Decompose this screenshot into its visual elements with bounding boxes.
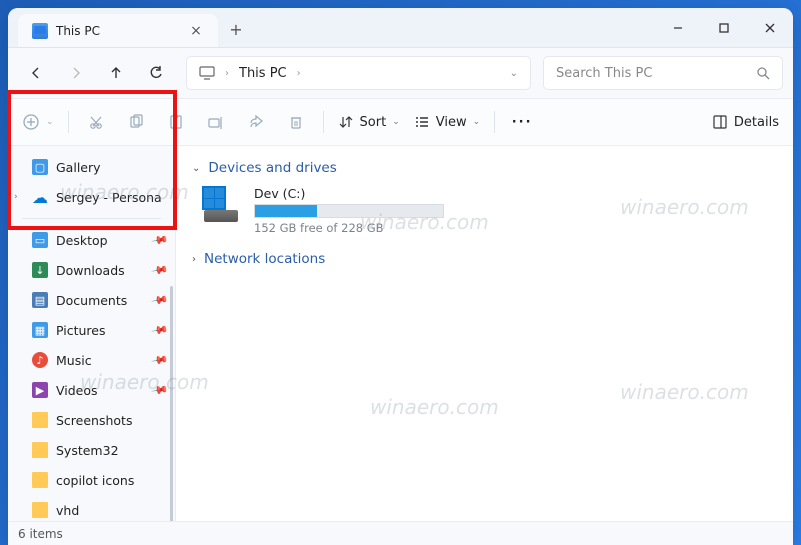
sidebar-item-gallery[interactable]: ▢Gallery: [8, 152, 175, 182]
back-button[interactable]: [18, 55, 54, 91]
chevron-down-icon: ⌄: [392, 117, 400, 127]
chevron-right-icon: ›: [192, 254, 196, 265]
details-icon: [712, 114, 728, 130]
details-button[interactable]: Details: [706, 104, 785, 140]
rename-button[interactable]: [197, 104, 235, 140]
tab-close-button[interactable]: ×: [188, 23, 204, 39]
sidebar-item-screenshots[interactable]: Screenshots: [8, 405, 175, 435]
new-tab-button[interactable]: +: [218, 12, 254, 47]
sidebar-item-videos[interactable]: ▶Videos📌: [8, 375, 175, 405]
folder-icon: [32, 472, 48, 488]
chevron-right-icon: ›: [225, 68, 229, 79]
sidebar-item-documents[interactable]: ▤Documents📌: [8, 285, 175, 315]
cut-button[interactable]: [77, 104, 115, 140]
folder-icon: [32, 502, 48, 518]
refresh-button[interactable]: [138, 55, 174, 91]
file-explorer-window: This PC × + › This PC › ⌄ Search This PC…: [8, 8, 793, 545]
chevron-down-icon[interactable]: ⌄: [510, 68, 518, 79]
group-devices-and-drives[interactable]: ⌄Devices and drives: [192, 160, 777, 176]
onedrive-icon: ☁: [32, 189, 48, 205]
chevron-down-icon: ⌄: [473, 117, 481, 127]
music-icon: ♪: [32, 352, 48, 368]
up-button[interactable]: [98, 55, 134, 91]
sidebar-item-onedrive[interactable]: ›☁Sergey - Persona: [8, 182, 175, 212]
chevron-right-icon: ›: [297, 68, 301, 79]
more-button[interactable]: ···: [503, 104, 541, 140]
drive-item[interactable]: Dev (C:) 152 GB free of 228 GB: [202, 186, 777, 235]
window-controls: [655, 8, 793, 47]
command-bar: ⌄ Sort⌄ View⌄ ··· Details: [8, 98, 793, 146]
separator: [494, 111, 495, 133]
scrollbar-thumb[interactable]: [170, 286, 173, 521]
sidebar-item-copilot[interactable]: copilot icons: [8, 465, 175, 495]
pin-icon: 📌: [151, 231, 170, 250]
status-item-count: 6 items: [18, 527, 63, 541]
sidebar-item-pictures[interactable]: ▦Pictures📌: [8, 315, 175, 345]
tab-this-pc[interactable]: This PC ×: [18, 14, 218, 47]
gallery-icon: ▢: [32, 159, 48, 175]
folder-icon: [32, 412, 48, 428]
view-icon: [414, 114, 430, 130]
drive-usage-bar: [254, 204, 444, 218]
separator: [22, 218, 161, 219]
pin-icon: 📌: [151, 381, 170, 400]
sidebar-item-music[interactable]: ♪Music📌: [8, 345, 175, 375]
status-bar: 6 items: [8, 521, 793, 545]
separator: [323, 111, 324, 133]
chevron-down-icon: ⌄: [46, 117, 54, 127]
sort-icon: [338, 114, 354, 130]
desktop-icon: ▭: [32, 232, 48, 248]
pin-icon: 📌: [151, 351, 170, 370]
sidebar-item-desktop[interactable]: ▭Desktop📌: [8, 225, 175, 255]
copy-button[interactable]: [117, 104, 155, 140]
drive-name: Dev (C:): [254, 186, 444, 201]
nav-bar: › This PC › ⌄ Search This PC: [8, 48, 793, 98]
drive-icon: [202, 186, 242, 222]
breadcrumb-location[interactable]: This PC: [239, 66, 287, 81]
pictures-icon: ▦: [32, 322, 48, 338]
group-network-locations[interactable]: ›Network locations: [192, 251, 777, 267]
address-bar[interactable]: › This PC › ⌄: [186, 56, 531, 90]
documents-icon: ▤: [32, 292, 48, 308]
sidebar-item-downloads[interactable]: ↓Downloads📌: [8, 255, 175, 285]
new-button[interactable]: ⌄: [16, 104, 60, 140]
sidebar-item-vhd[interactable]: vhd: [8, 495, 175, 521]
title-bar: This PC × +: [8, 8, 793, 48]
chevron-right-icon[interactable]: ›: [14, 192, 18, 202]
share-button[interactable]: [237, 104, 275, 140]
content-pane[interactable]: ⌄Devices and drives Dev (C:) 152 GB free…: [176, 146, 793, 521]
pin-icon: 📌: [151, 321, 170, 340]
drive-free-text: 152 GB free of 228 GB: [254, 221, 444, 235]
drive-info: Dev (C:) 152 GB free of 228 GB: [254, 186, 444, 235]
separator: [68, 111, 69, 133]
tab-title: This PC: [56, 24, 180, 38]
search-input[interactable]: Search This PC: [543, 56, 783, 90]
body: ▢Gallery ›☁Sergey - Persona ▭Desktop📌 ↓D…: [8, 146, 793, 521]
sort-button[interactable]: Sort⌄: [332, 104, 406, 140]
maximize-button[interactable]: [701, 8, 747, 47]
folder-icon: [32, 442, 48, 458]
navigation-pane[interactable]: ▢Gallery ›☁Sergey - Persona ▭Desktop📌 ↓D…: [8, 146, 176, 521]
minimize-button[interactable]: [655, 8, 701, 47]
breadcrumb: ›: [225, 68, 229, 79]
pin-icon: 📌: [151, 261, 170, 280]
view-button[interactable]: View⌄: [408, 104, 486, 140]
breadcrumb-sep: ›: [297, 68, 301, 79]
search-icon: [756, 66, 770, 80]
videos-icon: ▶: [32, 382, 48, 398]
paste-button[interactable]: [157, 104, 195, 140]
close-button[interactable]: [747, 8, 793, 47]
delete-button[interactable]: [277, 104, 315, 140]
this-pc-icon: [32, 23, 48, 39]
downloads-icon: ↓: [32, 262, 48, 278]
pin-icon: 📌: [151, 291, 170, 310]
forward-button[interactable]: [58, 55, 94, 91]
chevron-down-icon: ⌄: [192, 163, 200, 174]
sidebar-item-system32[interactable]: System32: [8, 435, 175, 465]
monitor-icon: [199, 66, 215, 80]
